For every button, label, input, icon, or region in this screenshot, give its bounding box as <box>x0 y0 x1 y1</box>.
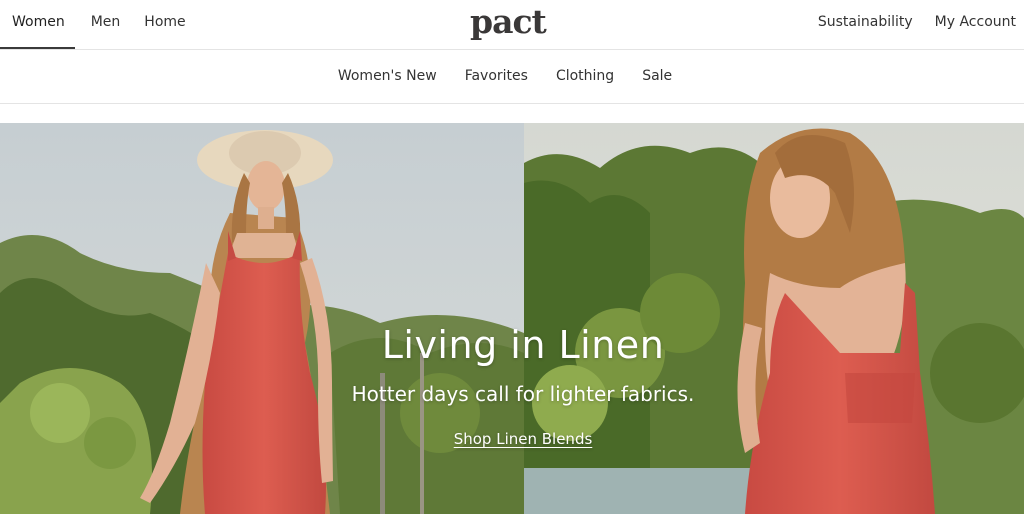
primary-nav: Women Men Home <box>0 0 198 49</box>
category-bar: Women's New Favorites Clothing Sale <box>0 50 1024 104</box>
nav-women[interactable]: Women <box>0 0 75 49</box>
subnav-sale[interactable]: Sale <box>642 50 672 104</box>
top-header: Women Men Home pact Sustainability My Ac… <box>0 0 1024 50</box>
account-nav: Sustainability My Account <box>796 0 1016 49</box>
nav-men[interactable]: Men <box>79 0 133 49</box>
hero-banner: Living in Linen Hotter days call for lig… <box>0 123 1024 514</box>
sustainability-link[interactable]: Sustainability <box>818 0 913 49</box>
subnav-favorites[interactable]: Favorites <box>465 50 528 104</box>
subnav-clothing[interactable]: Clothing <box>556 50 614 104</box>
nav-home[interactable]: Home <box>132 0 197 49</box>
category-nav: Women's New Favorites Clothing Sale <box>0 50 1024 104</box>
pact-logo[interactable]: pact <box>470 2 580 44</box>
hero-title: Living in Linen <box>381 323 665 367</box>
hero-subtitle: Hotter days call for lighter fabrics. <box>351 382 695 406</box>
my-account-link[interactable]: My Account <box>935 0 1016 49</box>
hero-copy: Living in Linen Hotter days call for lig… <box>0 123 1024 514</box>
subnav-womens-new[interactable]: Women's New <box>338 50 437 104</box>
pact-logo-text: pact <box>470 2 547 41</box>
shop-linen-blends-link[interactable]: Shop Linen Blends <box>454 430 593 448</box>
hero-cta-wrapper: Shop Linen Blends <box>0 429 1024 448</box>
